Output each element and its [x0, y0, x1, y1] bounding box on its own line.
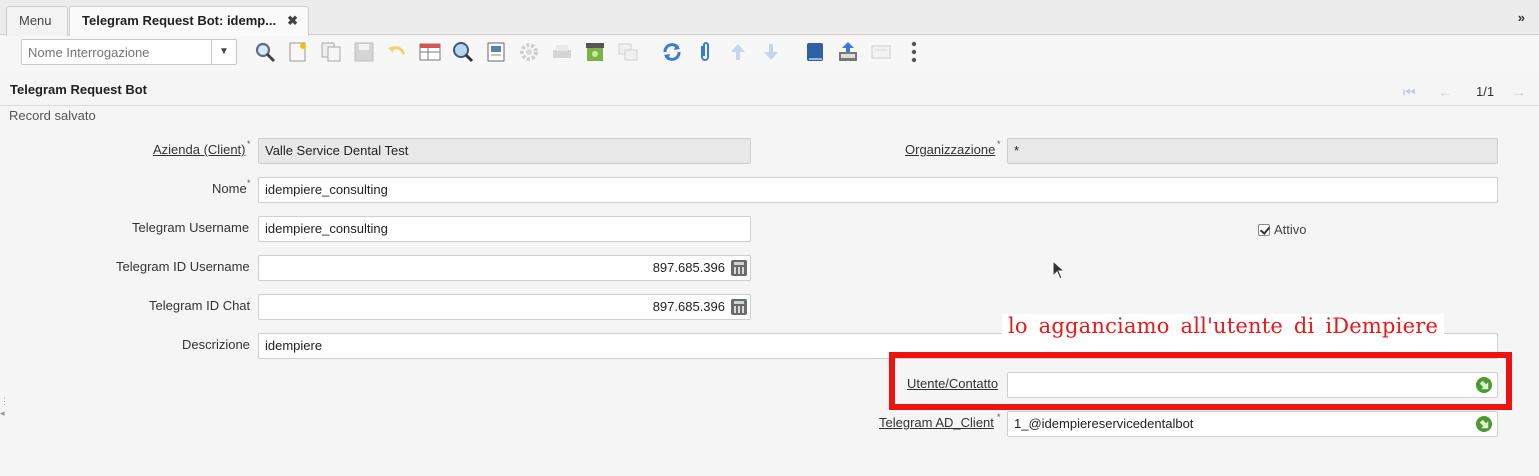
archive-icon[interactable]	[583, 40, 607, 64]
calculator-icon[interactable]	[731, 299, 747, 315]
organization-field[interactable]: *	[1007, 138, 1498, 164]
zoom-arrow-icon[interactable]	[1475, 415, 1493, 433]
query-name-input[interactable]	[22, 40, 212, 64]
tab-menu-label: Menu	[19, 13, 52, 28]
name-label: Nome	[212, 181, 247, 196]
telegram-id-username-label: Telegram ID Username	[116, 259, 250, 274]
toolbar: ▼	[0, 36, 1539, 72]
telegram-id-chat-label: Telegram ID Chat	[149, 298, 251, 313]
calculator-icon[interactable]	[731, 260, 747, 276]
attachment-icon[interactable]	[693, 40, 717, 64]
required-marker: *	[247, 139, 251, 149]
previous-record-icon[interactable]: ←	[1438, 84, 1452, 100]
client-field[interactable]: Valle Service Dental Test	[258, 138, 751, 164]
window-header: Telegram Request Bot ⏮ ← 1/1 →	[0, 72, 1539, 106]
tab-telegram-request-bot[interactable]: Telegram Request Bot: idemp... ✖	[69, 6, 309, 36]
search-icon[interactable]	[253, 40, 277, 64]
active-checkbox[interactable]	[1258, 223, 1270, 236]
book-icon[interactable]	[803, 40, 827, 64]
required-marker: *	[247, 178, 251, 188]
telegram-id-chat-value: 897.685.396	[652, 299, 725, 314]
copy-icon[interactable]	[319, 40, 343, 64]
multi-window-icon[interactable]	[616, 40, 640, 64]
undo-icon[interactable]	[385, 40, 409, 64]
required-marker: *	[997, 139, 1001, 149]
status-message: Record salvato	[9, 108, 96, 123]
close-tab-icon[interactable]: ✖	[287, 7, 298, 35]
record-count: 1/1	[1476, 84, 1495, 99]
up-arrow-icon[interactable]	[726, 40, 750, 64]
client-label[interactable]: Azienda (Client)	[153, 142, 246, 157]
organization-label[interactable]: Organizzazione	[905, 142, 995, 157]
more-icon[interactable]	[902, 40, 926, 64]
export-icon[interactable]	[836, 40, 860, 64]
splitter-grip-icon[interactable]: ⋮ ◂	[0, 395, 9, 419]
telegram-username-label: Telegram Username	[132, 220, 250, 235]
tab-window-label: Telegram Request Bot: idemp...	[82, 13, 277, 28]
telegram-ad-client-field[interactable]: 1_@idempiereservicedentalbot	[1007, 411, 1498, 437]
print-icon[interactable]	[550, 40, 574, 64]
new-record-icon[interactable]	[286, 40, 310, 64]
required-marker: *	[997, 412, 1001, 422]
telegram-id-chat-field[interactable]: 897.685.396	[258, 294, 751, 320]
query-combobox[interactable]: ▼	[21, 39, 237, 65]
telegram-ad-client-label[interactable]: Telegram AD_Client	[879, 415, 994, 430]
down-arrow-icon[interactable]	[759, 40, 783, 64]
window-title: Telegram Request Bot	[10, 82, 148, 97]
window-tab-bar: Menu Telegram Request Bot: idemp... ✖ »	[0, 0, 1539, 36]
name-field[interactable]: idempiere_consulting	[258, 177, 1498, 203]
mouse-cursor-icon	[1052, 260, 1066, 280]
first-record-icon[interactable]: ⏮	[1403, 84, 1416, 101]
tab-menu[interactable]: Menu	[6, 6, 68, 36]
report-icon[interactable]	[484, 40, 508, 64]
refresh-icon[interactable]	[660, 40, 684, 64]
highlight-box	[889, 352, 1512, 410]
description-label: Descrizione	[182, 337, 250, 352]
active-checkbox-group[interactable]: Attivo	[1258, 221, 1307, 237]
telegram-username-field[interactable]: idempiere_consulting	[258, 216, 751, 242]
next-record-icon[interactable]: →	[1512, 84, 1526, 100]
active-label: Attivo	[1274, 222, 1307, 238]
telegram-id-username-value: 897.685.396	[652, 260, 725, 275]
telegram-ad-client-value: 1_@idempiereservicedentalbot	[1014, 416, 1194, 431]
telegram-id-username-field[interactable]: 897.685.396	[258, 255, 751, 281]
collapse-icon[interactable]: »	[1518, 10, 1525, 25]
chevron-down-icon[interactable]: ▼	[211, 40, 236, 64]
save-icon[interactable]	[352, 40, 376, 64]
chat-icon[interactable]	[869, 40, 893, 64]
annotation-text: lo agganciamo all'utente di iDempiere	[1002, 314, 1445, 338]
grid-toggle-icon[interactable]	[418, 40, 442, 64]
find-icon[interactable]	[451, 40, 475, 64]
process-gear-icon[interactable]	[517, 40, 541, 64]
